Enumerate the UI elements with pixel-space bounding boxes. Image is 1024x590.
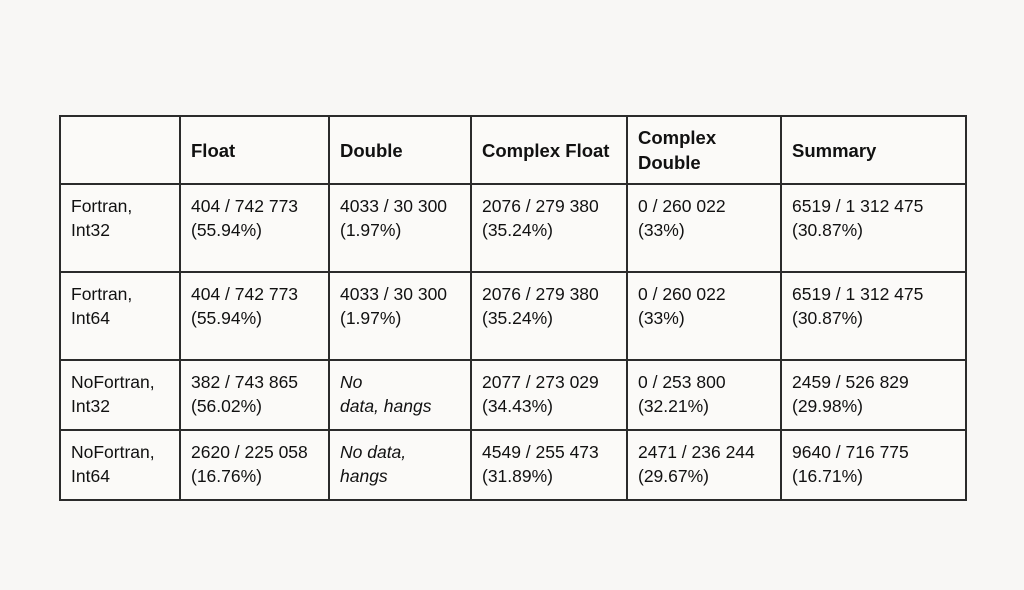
cell-complex-float-value: 2076 / 279 380 (35.24%) bbox=[482, 284, 599, 329]
cell-complex-float: 2077 / 273 029 (34.43%) bbox=[470, 359, 628, 431]
table-header-row: Float Double Complex Float Complex Doubl… bbox=[59, 114, 967, 186]
cell-double: No data, hangs bbox=[328, 428, 472, 501]
cell-double: 4033 / 30 300 (1.97%) bbox=[328, 271, 472, 362]
column-header-summary-label: Summary bbox=[792, 139, 877, 161]
row-label: Fortran, Int32 bbox=[71, 196, 133, 241]
column-header-summary: Summary bbox=[780, 114, 967, 186]
cell-float-value: 404 / 742 773 (55.94%) bbox=[191, 284, 299, 329]
table-row: Fortran, Int32 404 / 742 773 (55.94%) 40… bbox=[59, 183, 967, 274]
row-label-cell: NoFortran, Int64 bbox=[59, 428, 181, 501]
cell-summary: 6519 / 1 312 475 (30.87%) bbox=[780, 271, 967, 362]
cell-float-value: 404 / 742 773 (55.94%) bbox=[191, 196, 299, 241]
column-header-double: Double bbox=[328, 114, 472, 186]
cell-complex-double: 0 / 260 022 (33%) bbox=[626, 183, 782, 274]
cell-summary: 2459 / 526 829 (29.98%) bbox=[780, 359, 967, 431]
cell-double-value: No data, hangs bbox=[340, 372, 432, 417]
row-label: Fortran, Int64 bbox=[71, 284, 133, 329]
column-header-complex-float: Complex Float bbox=[470, 114, 628, 186]
cell-float: 382 / 743 865 (56.02%) bbox=[179, 359, 330, 431]
cell-complex-double: 2471 / 236 244 (29.67%) bbox=[626, 428, 782, 501]
cell-float-value: 2620 / 225 058 (16.76%) bbox=[191, 441, 308, 486]
cell-complex-double: 0 / 260 022 (33%) bbox=[626, 271, 782, 362]
column-header-corner bbox=[59, 114, 181, 186]
row-label-cell: Fortran, Int32 bbox=[59, 183, 181, 274]
benchmark-results-table: Float Double Complex Float Complex Doubl… bbox=[59, 114, 967, 501]
cell-complex-float: 2076 / 279 380 (35.24%) bbox=[470, 183, 628, 274]
cell-double-value: 4033 / 30 300 (1.97%) bbox=[340, 196, 448, 241]
row-label: NoFortran, Int64 bbox=[71, 441, 155, 486]
cell-float: 404 / 742 773 (55.94%) bbox=[179, 183, 330, 274]
cell-complex-double-value: 0 / 253 800 (32.21%) bbox=[638, 372, 726, 417]
column-header-complex-float-label: Complex Float bbox=[482, 139, 610, 161]
table-row: Fortran, Int64 404 / 742 773 (55.94%) 40… bbox=[59, 271, 967, 362]
row-label-cell: NoFortran, Int32 bbox=[59, 359, 181, 431]
cell-summary-value: 6519 / 1 312 475 (30.87%) bbox=[792, 196, 924, 241]
cell-complex-float: 2076 / 279 380 (35.24%) bbox=[470, 271, 628, 362]
column-header-float-label: Float bbox=[191, 139, 236, 161]
column-header-double-label: Double bbox=[340, 139, 403, 161]
cell-summary-value: 6519 / 1 312 475 (30.87%) bbox=[792, 284, 924, 329]
cell-summary-value: 9640 / 716 775 (16.71%) bbox=[792, 441, 909, 486]
table-row: NoFortran, Int32 382 / 743 865 (56.02%) … bbox=[59, 359, 967, 431]
cell-complex-float-value: 2076 / 279 380 (35.24%) bbox=[482, 196, 599, 241]
cell-float-value: 382 / 743 865 (56.02%) bbox=[191, 372, 299, 417]
cell-complex-float-value: 4549 / 255 473 (31.89%) bbox=[482, 441, 599, 486]
cell-double: No data, hangs bbox=[328, 359, 472, 431]
cell-float: 2620 / 225 058 (16.76%) bbox=[179, 428, 330, 501]
row-label: NoFortran, Int32 bbox=[71, 372, 155, 417]
cell-double-value: No data, hangs bbox=[340, 441, 407, 486]
column-header-complex-double-label: Complex Double bbox=[638, 127, 717, 174]
cell-complex-double: 0 / 253 800 (32.21%) bbox=[626, 359, 782, 431]
column-header-complex-double: Complex Double bbox=[626, 114, 782, 186]
cell-complex-double-value: 2471 / 236 244 (29.67%) bbox=[638, 441, 755, 486]
cell-double: 4033 / 30 300 (1.97%) bbox=[328, 183, 472, 274]
cell-summary-value: 2459 / 526 829 (29.98%) bbox=[792, 372, 909, 417]
cell-complex-double-value: 0 / 260 022 (33%) bbox=[638, 196, 726, 241]
table-row: NoFortran, Int64 2620 / 225 058 (16.76%)… bbox=[59, 428, 967, 501]
cell-complex-float: 4549 / 255 473 (31.89%) bbox=[470, 428, 628, 501]
cell-complex-float-value: 2077 / 273 029 (34.43%) bbox=[482, 372, 599, 417]
cell-summary: 9640 / 716 775 (16.71%) bbox=[780, 428, 967, 501]
cell-double-value: 4033 / 30 300 (1.97%) bbox=[340, 284, 448, 329]
cell-complex-double-value: 0 / 260 022 (33%) bbox=[638, 284, 726, 329]
table-header: Float Double Complex Float Complex Doubl… bbox=[59, 114, 967, 186]
column-header-float: Float bbox=[179, 114, 330, 186]
slide-canvas: Float Double Complex Float Complex Doubl… bbox=[0, 0, 1024, 590]
cell-summary: 6519 / 1 312 475 (30.87%) bbox=[780, 183, 967, 274]
row-label-cell: Fortran, Int64 bbox=[59, 271, 181, 362]
cell-float: 404 / 742 773 (55.94%) bbox=[179, 271, 330, 362]
table-body: Fortran, Int32 404 / 742 773 (55.94%) 40… bbox=[59, 183, 967, 501]
